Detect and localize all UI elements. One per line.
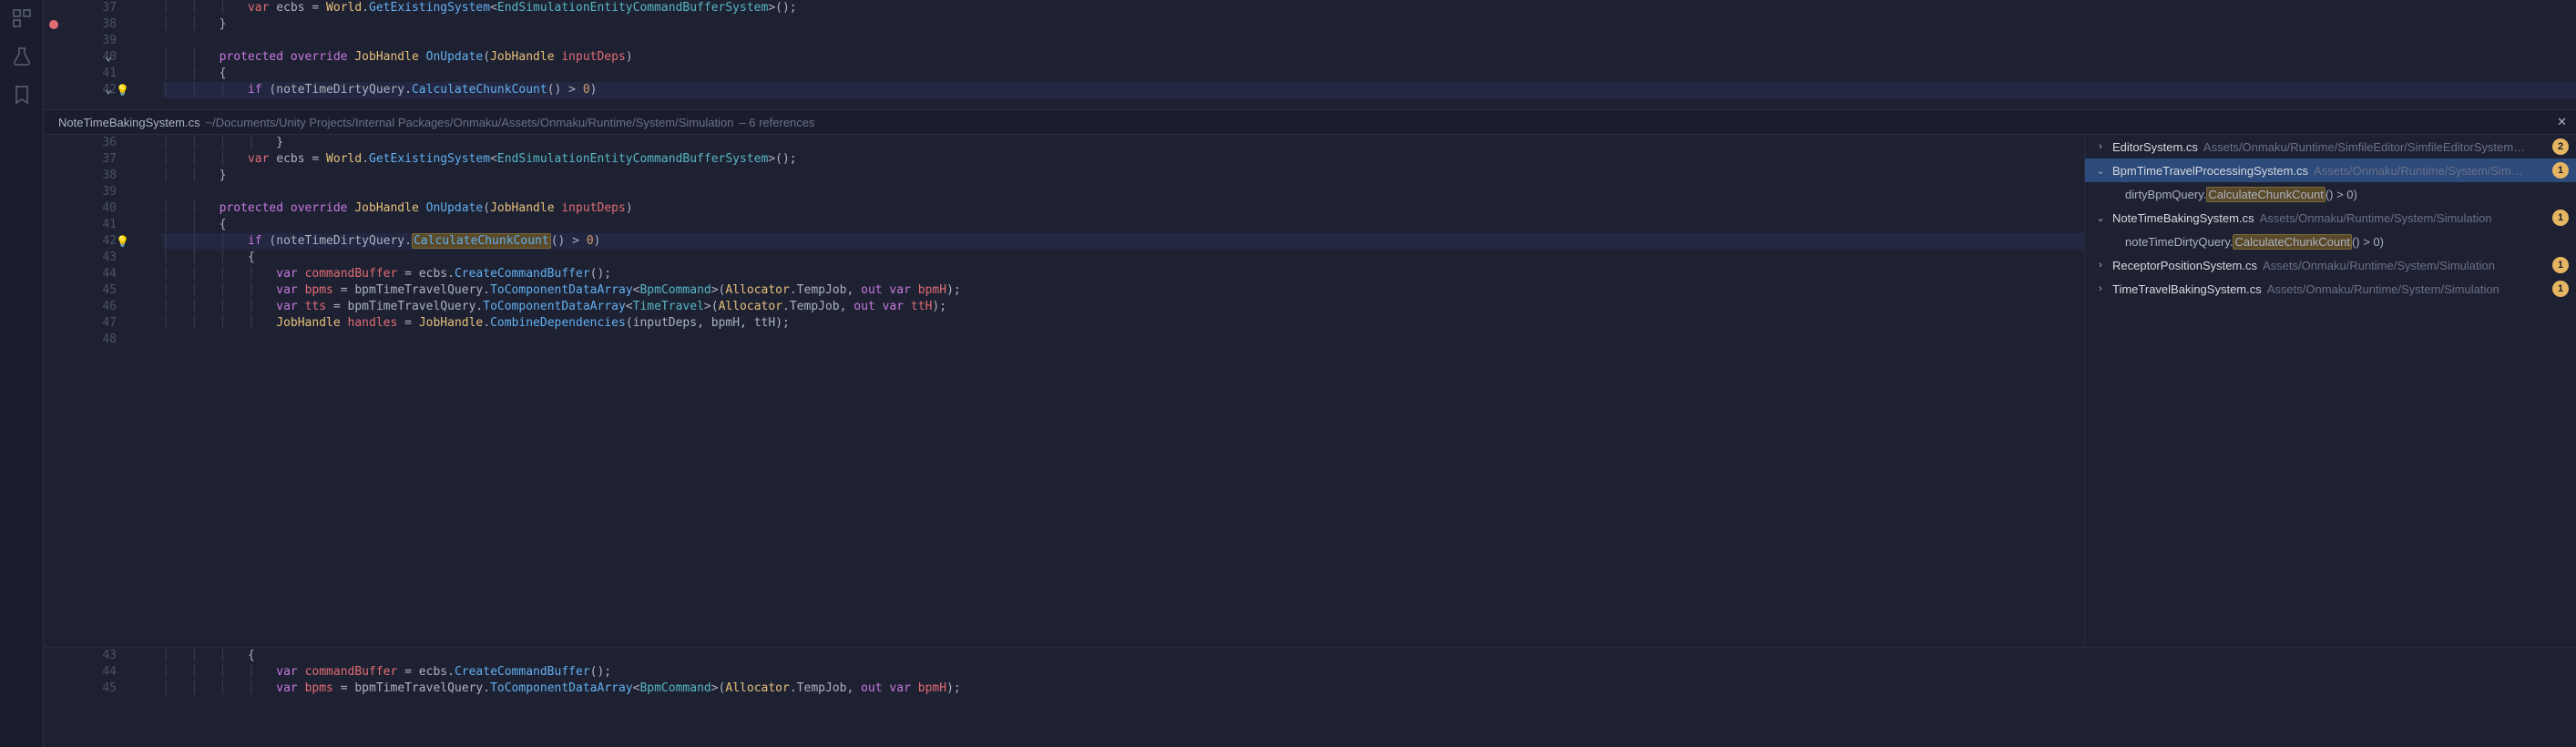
ref-header-filename: NoteTimeBakingSystem.cs [58,116,200,129]
close-icon[interactable]: ✕ [2557,115,2567,129]
reference-file-item[interactable]: › EditorSystem.cs Assets/Onmaku/Runtime/Si… [2085,135,2576,159]
references-header: NoteTimeBakingSystem.cs ~/Documents/Unit… [44,109,2576,135]
reference-filepath: Assets/Onmaku/Runtime/System/Sim… [2314,164,2547,178]
lightbulb-icon[interactable]: 💡 [116,233,129,250]
references-panel[interactable]: › EditorSystem.cs Assets/Onmaku/Runtime/Si… [2084,135,2576,647]
reference-match[interactable]: noteTimeDirtyQuery.CalculateChunkCount()… [2085,230,2576,253]
line-number[interactable]: 42💡 [44,233,117,250]
chevron-down-icon[interactable]: ⌄ [102,82,115,98]
line-number[interactable]: 43 [44,250,117,266]
reference-filepath: Assets/Onmaku/Runtime/System/Simulation [2260,211,2547,225]
reference-count-badge: 1 [2552,210,2569,226]
reference-match[interactable]: dirtyBpmQuery.CalculateChunkCount() > 0) [2085,182,2576,206]
code-line[interactable]: │ │ │ { [162,250,2084,266]
code-line[interactable]: │ │ │ │ JobHandle handles = JobHandle.Co… [162,315,2084,332]
line-number[interactable]: 48 [44,332,117,348]
line-number[interactable]: 44 [44,664,117,680]
reference-file-item[interactable]: ⌄ BpmTimeTravelProcessingSystem.cs Assets/… [2085,159,2576,182]
line-number[interactable]: 39 [44,33,117,49]
chevron-right-icon[interactable]: › [2094,141,2107,152]
line-number[interactable]: 47 [44,315,117,332]
line-number[interactable]: 44 [44,266,117,282]
editor-peek[interactable]: 36373839404142💡434445464748 │ │ │ │ }│ │… [44,135,2084,647]
line-number[interactable]: 40 [44,200,117,217]
line-number[interactable]: 43 [44,648,117,664]
reference-filename: ReceptorPositionSystem.cs [2112,259,2257,272]
code-line[interactable]: │ │ │ var ecbs = World.GetExistingSystem… [162,0,2576,16]
reference-count-badge: 1 [2552,257,2569,273]
reference-filename: NoteTimeBakingSystem.cs [2112,211,2254,225]
editor-bottom[interactable]: 434445 │ │ │ {│ │ │ │ var commandBuffer … [44,647,2576,747]
line-number[interactable]: 36 [44,135,117,151]
editor-top[interactable]: 37383940⌄4142⌄💡 │ │ │ var ecbs = World.G… [44,0,2576,109]
line-number[interactable]: 41 [44,66,117,82]
code-line[interactable]: │ │ │ │ var bpms = bpmTimeTravelQuery.To… [162,282,2084,299]
line-number[interactable]: 38 [44,16,117,33]
chevron-right-icon[interactable]: › [2094,260,2107,271]
code-line[interactable]: │ │ │ if (noteTimeDirtyQuery.CalculateCh… [162,82,2576,98]
line-number[interactable]: 41 [44,217,117,233]
code-line[interactable]: │ │ │ │ var tts = bpmTimeTravelQuery.ToC… [162,299,2084,315]
code-line[interactable]: │ │ │ { [162,648,2576,664]
chevron-right-icon[interactable]: › [2094,283,2107,294]
code-line[interactable]: │ │ protected override JobHandle OnUpdat… [162,200,2084,217]
extensions-icon[interactable] [11,7,33,29]
line-number[interactable]: 45 [44,680,117,697]
code-line[interactable] [162,33,2576,49]
code-line[interactable]: │ │ protected override JobHandle OnUpdat… [162,49,2576,66]
line-number[interactable]: 42⌄💡 [44,82,117,98]
lightbulb-icon[interactable]: 💡 [116,82,129,98]
reference-filename: BpmTimeTravelProcessingSystem.cs [2112,164,2308,178]
reference-filename: TimeTravelBakingSystem.cs [2112,282,2262,296]
reference-count-badge: 1 [2552,162,2569,179]
breakpoint-icon[interactable] [49,20,58,29]
reference-file-item[interactable]: › TimeTravelBakingSystem.cs Assets/Onmaku/… [2085,277,2576,301]
line-number[interactable]: 38 [44,168,117,184]
code-line[interactable] [162,332,2084,348]
reference-filepath: Assets/Onmaku/Runtime/System/Simulation [2263,259,2547,272]
reference-filepath: Assets/Onmaku/Runtime/System/Simulation [2267,282,2547,296]
line-number[interactable]: 46 [44,299,117,315]
chevron-down-icon[interactable]: ⌄ [2094,212,2107,224]
code-line[interactable]: │ │ │ │ } [162,135,2084,151]
line-number[interactable]: 45 [44,282,117,299]
code-line[interactable]: │ │ │ var ecbs = World.GetExistingSystem… [162,151,2084,168]
reference-count-badge: 2 [2552,138,2569,155]
bookmark-icon[interactable] [11,84,33,106]
code-line[interactable]: │ │ } [162,16,2576,33]
line-number[interactable]: 39 [44,184,117,200]
activity-bar [0,0,44,747]
code-line[interactable]: │ │ │ │ var bpms = bpmTimeTravelQuery.To… [162,680,2576,697]
code-line[interactable]: │ │ │ │ var commandBuffer = ecbs.CreateC… [162,266,2084,282]
line-number[interactable]: 37 [44,151,117,168]
ref-header-path: ~/Documents/Unity Projects/Internal Pack… [206,116,734,129]
chevron-down-icon[interactable]: ⌄ [102,49,115,66]
code-line[interactable]: │ │ │ │ var commandBuffer = ecbs.CreateC… [162,664,2576,680]
reference-filepath: Assets/Onmaku/Runtime/SimfileEditor/Simf… [2203,140,2547,154]
reference-filename: EditorSystem.cs [2112,140,2198,154]
chevron-down-icon[interactable]: ⌄ [2094,165,2107,177]
reference-file-item[interactable]: ⌄ NoteTimeBakingSystem.cs Assets/Onmaku/Ru… [2085,206,2576,230]
code-line[interactable]: │ │ │ if (noteTimeDirtyQuery.CalculateCh… [162,233,2084,250]
code-line[interactable]: │ │ } [162,168,2084,184]
line-number[interactable]: 37 [44,0,117,16]
beaker-icon[interactable] [11,46,33,67]
code-line[interactable]: │ │ { [162,66,2576,82]
code-line[interactable] [162,184,2084,200]
line-number[interactable]: 40⌄ [44,49,117,66]
ref-header-count: – 6 references [739,116,814,129]
reference-file-item[interactable]: › ReceptorPositionSystem.cs Assets/Onmaku/… [2085,253,2576,277]
reference-count-badge: 1 [2552,281,2569,297]
code-line[interactable]: │ │ { [162,217,2084,233]
